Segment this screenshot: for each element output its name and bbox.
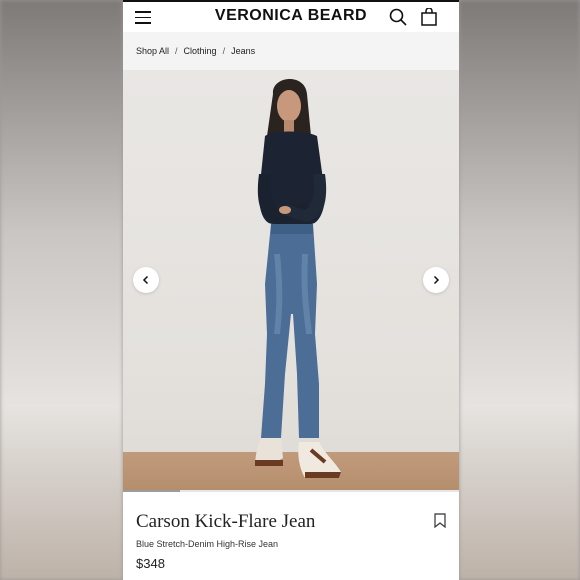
product-image-carousel[interactable] [123,70,459,490]
search-icon[interactable] [389,8,407,26]
chevron-left-icon [142,275,149,285]
carousel-next-button[interactable] [423,267,449,293]
breadcrumb-jeans[interactable]: Jeans [231,46,255,56]
carousel-prev-button[interactable] [133,267,159,293]
chevron-right-icon [433,275,440,285]
site-header: VERONICA BEARD [123,0,459,32]
background-blur-left [0,0,123,580]
bookmark-icon[interactable] [434,513,446,528]
breadcrumb-shop-all[interactable]: Shop All [136,46,169,56]
carousel-progress-fill [123,490,181,492]
product-title: Carson Kick-Flare Jean [136,511,316,532]
mobile-product-page: VERONICA BEARD Shop All / Clothing / Jeans [123,0,459,580]
shopping-bag-icon[interactable] [421,8,437,26]
breadcrumb-clothing[interactable]: Clothing [184,46,217,56]
breadcrumb: Shop All / Clothing / Jeans [123,32,459,70]
product-price: $348 [136,556,165,571]
model-photo [255,78,341,478]
product-description: Blue Stretch-Denim High-Rise Jean [136,539,279,549]
background-blur-right [459,0,580,580]
carousel-progress-bar [123,490,459,492]
breadcrumb-separator: / [175,46,178,56]
breadcrumb-separator: / [222,46,226,56]
brand-logo[interactable]: VERONICA BEARD [123,7,459,25]
